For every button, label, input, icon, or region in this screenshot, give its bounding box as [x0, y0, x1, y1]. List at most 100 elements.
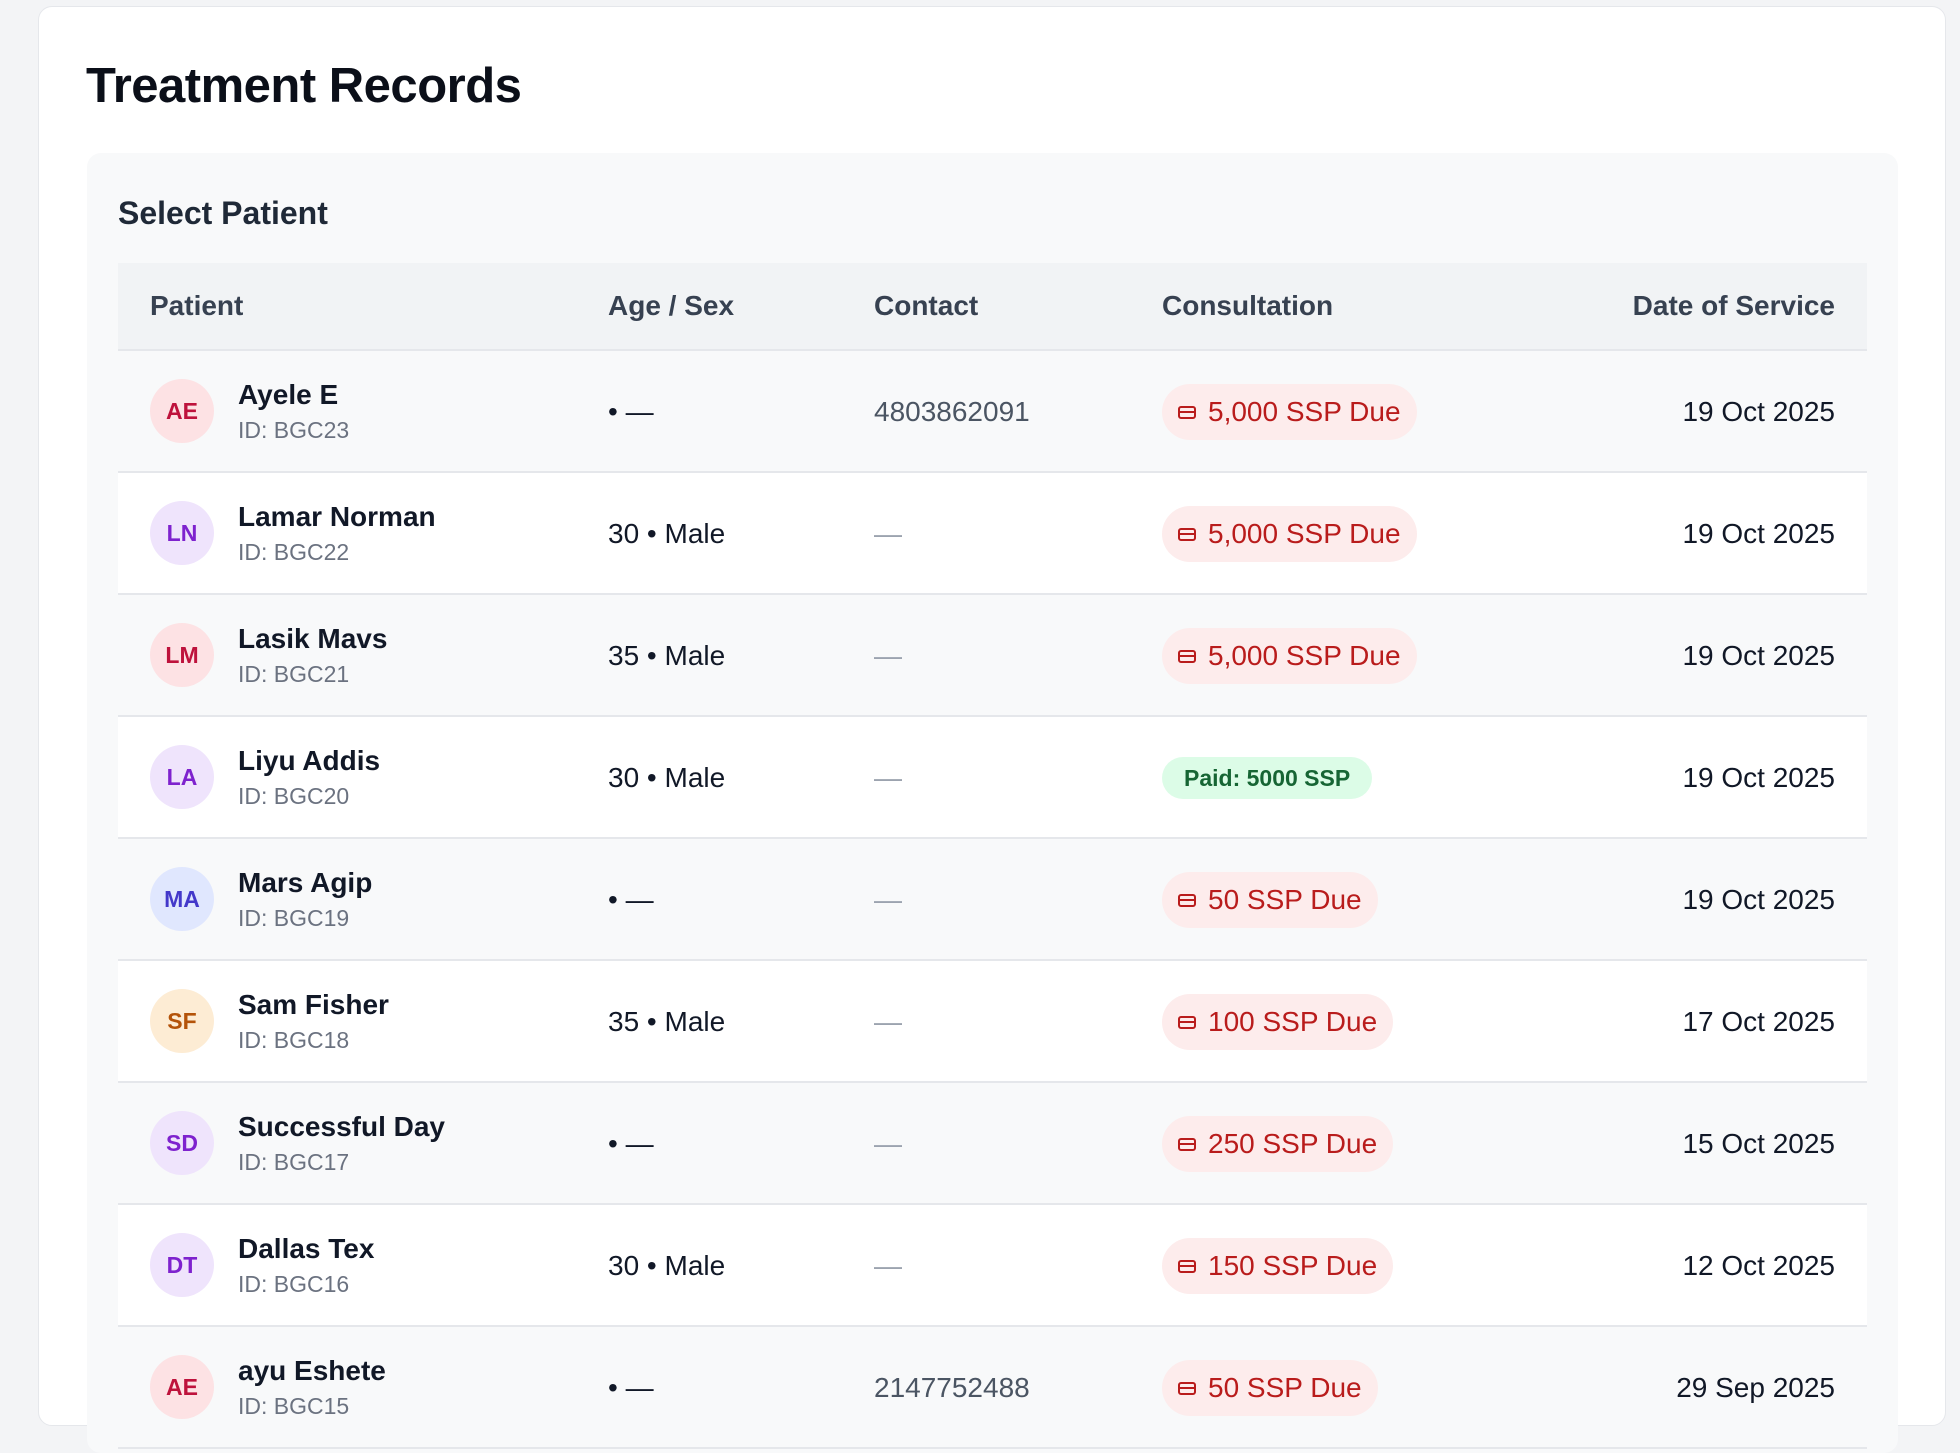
patient-name: ayu Eshete [238, 1355, 386, 1386]
credit-card-icon [1178, 405, 1196, 419]
date-of-service: 29 Sep 2025 [1676, 1372, 1835, 1403]
avatar: LA [150, 745, 214, 809]
age-sex: • — [608, 1372, 654, 1403]
table-body: AE Ayele E ID: BGC23 • — 4803862091 5,00… [118, 351, 1867, 1449]
contact: — [874, 884, 902, 915]
patient-name: Successful Day [238, 1111, 445, 1142]
due-amount: 100 SSP Due [1208, 1006, 1378, 1037]
date-of-service: 15 Oct 2025 [1682, 1128, 1835, 1159]
due-badge: 50 SSP Due [1162, 1360, 1378, 1416]
credit-card-icon [1178, 1259, 1196, 1273]
patient-id: ID: BGC17 [238, 1149, 350, 1175]
avatar: LM [150, 623, 214, 687]
due-badge: 250 SSP Due [1162, 1116, 1394, 1172]
avatar: LN [150, 501, 214, 565]
column-header-date-of-service: Date of Service [1632, 290, 1835, 321]
credit-card-icon [1178, 1137, 1196, 1151]
avatar: AE [150, 1355, 214, 1419]
age-sex: 35 • Male [608, 1006, 726, 1037]
due-amount: 5,000 SSP Due [1208, 396, 1401, 427]
table-row[interactable]: SF Sam Fisher ID: BGC18 35 • Male — 100 … [118, 961, 1867, 1083]
treatment-records-card: Treatment Records Select Patient Patient… [38, 6, 1946, 1453]
patient-name: Mars Agip [238, 867, 373, 898]
contact: — [874, 1128, 902, 1159]
due-amount: 5,000 SSP Due [1208, 640, 1401, 671]
column-header-age-sex: Age / Sex [608, 290, 735, 321]
contact: 4803862091 [874, 396, 1030, 427]
credit-card-icon [1178, 1015, 1196, 1029]
select-patient-panel: Select Patient Patient Age / Sex Contact… [87, 153, 1898, 1453]
contact: — [874, 518, 902, 549]
patient-name: Lasik Mavs [238, 623, 388, 654]
table-row[interactable]: AE ayu Eshete ID: BGC15 • — 2147752488 5… [118, 1327, 1867, 1449]
paid-badge: Paid: 5000 SSP [1162, 757, 1373, 799]
table-header: Patient Age / Sex Contact Consultation D… [118, 263, 1867, 351]
age-sex: • — [608, 884, 654, 915]
avatar: MA [150, 867, 214, 931]
date-of-service: 12 Oct 2025 [1682, 1250, 1835, 1281]
table-row[interactable]: LN Lamar Norman ID: BGC22 30 • Male — 5,… [118, 473, 1867, 595]
date-of-service: 19 Oct 2025 [1682, 396, 1835, 427]
patient-id: ID: BGC20 [238, 783, 350, 809]
table-row[interactable]: DT Dallas Tex ID: BGC16 30 • Male — 150 … [118, 1205, 1867, 1327]
avatar: AE [150, 379, 214, 443]
date-of-service: 17 Oct 2025 [1682, 1006, 1835, 1037]
due-badge: 5,000 SSP Due [1162, 506, 1417, 562]
table-row[interactable]: SD Successful Day ID: BGC17 • — — 250 SS… [118, 1083, 1867, 1205]
patient-id: ID: BGC15 [238, 1393, 350, 1419]
date-of-service: 19 Oct 2025 [1682, 762, 1835, 793]
due-amount: 50 SSP Due [1208, 1372, 1362, 1403]
contact: — [874, 1006, 902, 1037]
contact: — [874, 640, 902, 671]
date-of-service: 19 Oct 2025 [1682, 518, 1835, 549]
due-amount: 250 SSP Due [1208, 1128, 1378, 1159]
patient-name: Ayele E [238, 379, 339, 410]
avatar: SD [150, 1111, 214, 1175]
column-header-consultation: Consultation [1162, 290, 1334, 321]
credit-card-icon [1178, 1381, 1196, 1395]
avatar: DT [150, 1233, 214, 1297]
patient-id: ID: BGC23 [238, 417, 350, 443]
patient-name: Dallas Tex [238, 1233, 375, 1264]
age-sex: • — [608, 396, 654, 427]
contact: — [874, 1250, 902, 1281]
table-row[interactable]: LM Lasik Mavs ID: BGC21 35 • Male — 5,00… [118, 595, 1867, 717]
column-header-contact: Contact [874, 290, 979, 321]
credit-card-icon [1178, 527, 1196, 541]
patient-id: ID: BGC21 [238, 661, 350, 687]
patients-table: Patient Age / Sex Contact Consultation D… [118, 263, 1867, 1449]
contact: 2147752488 [874, 1372, 1030, 1403]
age-sex: 30 • Male [608, 1250, 726, 1281]
patient-id: ID: BGC22 [238, 539, 350, 565]
contact: — [874, 762, 902, 793]
column-header-patient: Patient [150, 290, 244, 321]
due-amount: 150 SSP Due [1208, 1250, 1378, 1281]
date-of-service: 19 Oct 2025 [1682, 640, 1835, 671]
age-sex: 30 • Male [608, 518, 726, 549]
patient-name: Sam Fisher [238, 989, 389, 1020]
date-of-service: 19 Oct 2025 [1682, 884, 1835, 915]
patient-name: Lamar Norman [238, 501, 436, 532]
due-badge: 50 SSP Due [1162, 872, 1378, 928]
credit-card-icon [1178, 893, 1196, 907]
due-badge: 150 SSP Due [1162, 1238, 1394, 1294]
age-sex: • — [608, 1128, 654, 1159]
page-title: Treatment Records [86, 59, 522, 113]
patient-id: ID: BGC16 [238, 1271, 350, 1297]
due-amount: 50 SSP Due [1208, 884, 1362, 915]
due-amount: 5,000 SSP Due [1208, 518, 1401, 549]
avatar: SF [150, 989, 214, 1053]
panel-title: Select Patient [118, 195, 328, 231]
age-sex: 35 • Male [608, 640, 726, 671]
table-row[interactable]: AE Ayele E ID: BGC23 • — 4803862091 5,00… [118, 351, 1867, 473]
due-badge: 100 SSP Due [1162, 994, 1394, 1050]
patient-name: Liyu Addis [238, 745, 381, 776]
due-badge: 5,000 SSP Due [1162, 384, 1417, 440]
patient-id: ID: BGC19 [238, 905, 350, 931]
credit-card-icon [1178, 649, 1196, 663]
table-row[interactable]: LA Liyu Addis ID: BGC20 30 • Male — Paid… [118, 717, 1867, 839]
patient-id: ID: BGC18 [238, 1027, 350, 1053]
due-badge: 5,000 SSP Due [1162, 628, 1417, 684]
age-sex: 30 • Male [608, 762, 726, 793]
table-row[interactable]: MA Mars Agip ID: BGC19 • — — 50 SSP Due … [118, 839, 1867, 961]
